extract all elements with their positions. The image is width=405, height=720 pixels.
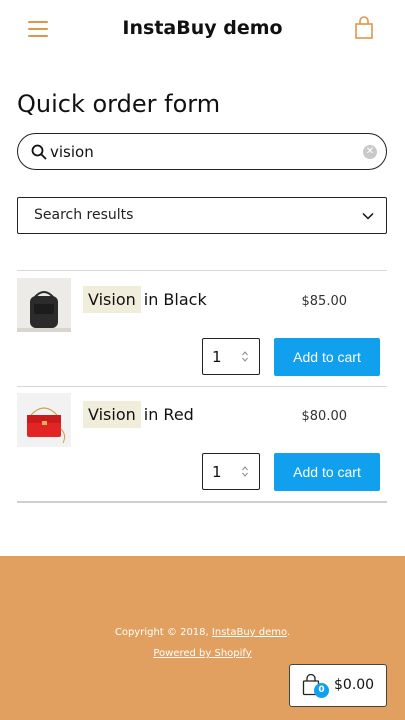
copyright: Copyright © 2018, InstaBuy demo. <box>0 627 405 638</box>
chevron-down-icon <box>362 212 374 220</box>
copyright-prefix: Copyright © 2018, <box>114 627 209 638</box>
page-title: Quick order form <box>17 90 221 118</box>
clear-search-icon[interactable]: ✕ <box>363 145 377 159</box>
store-logo[interactable]: InstaBuy demo <box>0 17 405 39</box>
cart-button[interactable]: 0 $0.00 <box>289 664 387 707</box>
results-select-value: Search results <box>34 207 134 223</box>
spinner-arrows-icon[interactable] <box>241 350 249 363</box>
product-price: $80.00 <box>301 409 348 424</box>
spinner-arrows-icon[interactable] <box>241 465 249 478</box>
add-to-cart-button[interactable]: Add to cart <box>274 338 380 376</box>
footer: Copyright © 2018, InstaBuy demo. Powered… <box>0 556 405 720</box>
results-select[interactable]: Search results <box>17 197 387 234</box>
shopping-bag-icon[interactable] <box>354 16 374 40</box>
divider <box>17 501 387 503</box>
cart-total: $0.00 <box>334 677 375 693</box>
product-name[interactable]: Vision in Black <box>83 286 207 313</box>
product-name-rest: in Red <box>143 405 194 424</box>
copyright-suffix: . <box>286 627 291 638</box>
product-price: $85.00 <box>301 294 348 309</box>
quantity-stepper[interactable] <box>202 453 260 490</box>
product-image-black-bag[interactable] <box>17 278 71 332</box>
quantity-stepper[interactable] <box>202 338 260 375</box>
product-name[interactable]: Vision in Red <box>83 401 194 428</box>
search-highlight: Vision <box>83 286 141 313</box>
product-image-red-bag[interactable] <box>17 393 71 447</box>
search-highlight: Vision <box>83 401 141 428</box>
header: InstaBuy demo <box>0 0 405 60</box>
result-row: Visionin Black $85.00 Add to cart <box>17 272 387 386</box>
search-icon <box>31 144 47 160</box>
result-row: Visionin Red $80.00 Add to cart <box>17 387 387 501</box>
cart-count-badge: 0 <box>314 683 329 698</box>
powered-by-link[interactable]: Powered by Shopify <box>0 648 405 659</box>
add-to-cart-button[interactable]: Add to cart <box>274 453 380 491</box>
quantity-input[interactable] <box>212 347 236 367</box>
divider <box>17 270 387 271</box>
quantity-input[interactable] <box>212 462 236 482</box>
search-input[interactable] <box>50 140 350 164</box>
search-box: ✕ <box>17 133 387 170</box>
product-name-rest: in Black <box>143 290 207 309</box>
store-link[interactable]: InstaBuy demo <box>212 627 287 638</box>
